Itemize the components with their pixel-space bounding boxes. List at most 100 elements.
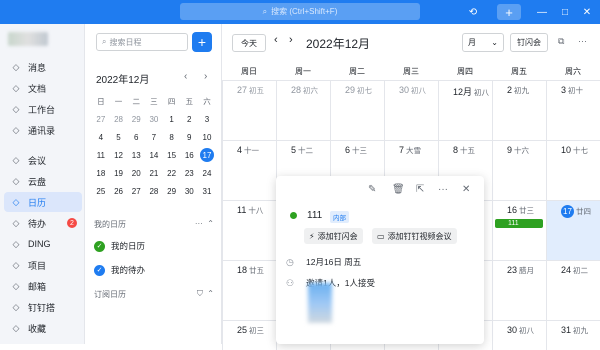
day-cell[interactable]: 29 初七 [330,80,384,140]
mini-day[interactable]: 1 [163,110,181,128]
mini-day[interactable]: 4 [92,128,110,146]
share-icon[interactable]: ⧉ [558,36,564,47]
close-button[interactable]: ✕ [580,4,594,20]
global-search[interactable]: ⌕ 搜索 (Ctrl+Shift+F) [180,3,420,20]
mini-day[interactable]: 31 [198,182,216,200]
mini-day[interactable]: 21 [145,164,163,182]
mini-day[interactable]: 6 [127,128,145,146]
day-cell[interactable]: 10 十七 [546,140,600,200]
mini-day[interactable]: 27 [92,110,110,128]
day-cell[interactable]: 11 十八 [222,200,276,260]
day-cell[interactable]: 4 十一 [222,140,276,200]
nav-item[interactable]: ◇ 云盘 [4,171,82,191]
day-cell[interactable]: 9 十六 [492,140,546,200]
mini-day[interactable]: 25 [92,182,110,200]
create-button[interactable]: + [497,4,521,20]
day-cell[interactable]: 30 初八 [492,320,546,350]
nav-item[interactable]: ◇ 钉钉搭 [4,297,82,317]
day-cell[interactable]: 28 初六 [276,80,330,140]
calendar-item-my-calendar[interactable]: ✓ 我的日历 [94,240,145,252]
mini-day[interactable]: 5 [110,128,128,146]
mini-day[interactable]: 24 [198,164,216,182]
mini-day[interactable]: 8 [163,128,181,146]
open-external-icon[interactable]: ⇱ [416,184,424,195]
mini-day[interactable]: 7 [145,128,163,146]
avatar[interactable] [8,32,48,46]
mini-day[interactable]: 17 [198,146,216,164]
day-cell[interactable]: 31 初九 [546,320,600,350]
next-month-button[interactable]: › [289,34,293,46]
more-icon[interactable]: ··· [578,36,587,46]
nav-item[interactable]: ◇ 邮箱 [4,276,82,296]
nav-item[interactable]: ◇ 会议 [4,150,82,170]
more-icon[interactable]: ··· [195,219,203,228]
delete-icon[interactable]: 🗑 [392,184,405,195]
day-cell[interactable]: 3 初十 [546,80,600,140]
mini-day[interactable]: 14 [145,146,163,164]
more-icon[interactable]: ··· [438,184,448,195]
mini-day[interactable]: 28 [110,110,128,128]
mini-day[interactable]: 27 [127,182,145,200]
nav-item[interactable]: ◇ 工作台 [4,99,82,119]
mini-day[interactable]: 15 [163,146,181,164]
mini-day[interactable]: 2 [180,110,198,128]
mini-next-month-button[interactable]: › [204,71,207,82]
mini-day[interactable]: 3 [198,110,216,128]
day-cell[interactable]: 25 初三 [222,320,276,350]
mini-day[interactable]: 16 [180,146,198,164]
mini-day[interactable]: 22 [163,164,181,182]
mini-day[interactable]: 11 [92,146,110,164]
attendee-avatar[interactable] [308,283,332,323]
edit-icon[interactable]: ✎ [368,184,376,195]
mini-day[interactable]: 30 [145,110,163,128]
history-icon[interactable]: ⟲ [466,4,480,20]
event-bar[interactable]: 111 [495,219,543,228]
mini-day[interactable]: 19 [110,164,128,182]
mini-day[interactable]: 30 [180,182,198,200]
add-schedule-button[interactable]: + [192,32,212,52]
mini-day[interactable]: 28 [145,182,163,200]
collapse-icon[interactable]: ⌃ [207,219,214,228]
flash-meeting-button[interactable]: 钉闪会 [510,33,548,52]
add-flash-meeting-button[interactable]: ⚡ 添加钉闪会 [304,228,363,244]
day-cell[interactable]: 18 廿五 [222,260,276,320]
nav-item[interactable]: ◇ 通讯录 [4,120,82,140]
day-cell[interactable]: 17 廿四 [546,200,600,260]
mini-day[interactable]: 13 [127,146,145,164]
subscribe-icon[interactable]: ⛉ [197,289,203,298]
mini-day[interactable]: 23 [180,164,198,182]
nav-item[interactable]: ◇ 日历 [4,192,82,212]
calendar-item-my-todo[interactable]: ✓ 我的待办 [94,264,145,276]
day-cell[interactable]: 2 初九 [492,80,546,140]
minimize-button[interactable]: — [535,4,549,20]
nav-item[interactable]: ◇ 项目 [4,255,82,275]
nav-item[interactable]: ◇ 文档 [4,78,82,98]
mini-day[interactable]: 18 [92,164,110,182]
day-cell[interactable]: 27 初五 [222,80,276,140]
day-cell[interactable]: 16 廿三 111 [492,200,546,260]
mini-day[interactable]: 29 [127,110,145,128]
view-select[interactable]: 月 ⌄ [462,33,504,52]
nav-item[interactable]: ◇ 收藏 [4,318,82,338]
maximize-button[interactable]: □ [558,4,572,20]
nav-item[interactable]: ◇ 消息 [4,57,82,77]
mini-day[interactable]: 29 [163,182,181,200]
schedule-search-input[interactable]: ⌕ 搜索日程 [96,33,188,51]
mini-day[interactable]: 20 [127,164,145,182]
day-cell[interactable]: 30 初八 [384,80,438,140]
check-icon[interactable]: ✓ [94,264,105,276]
mini-day[interactable]: 10 [198,128,216,146]
nav-item[interactable]: ◇ DING [4,234,82,254]
day-cell[interactable]: 24 初二 [546,260,600,320]
add-video-meeting-button[interactable]: ▭ 添加钉钉视频会议 [372,228,457,244]
collapse-icon[interactable]: ⌃ [207,289,214,298]
mini-day[interactable]: 12 [110,146,128,164]
close-icon[interactable]: ✕ [462,184,470,195]
mini-day[interactable]: 26 [110,182,128,200]
nav-item[interactable]: ◇ 待办 2 [4,213,82,233]
prev-month-button[interactable]: ‹ [274,34,278,46]
day-cell[interactable]: 12月 初八 [438,80,492,140]
today-button[interactable]: 今天 [232,34,266,52]
check-icon[interactable]: ✓ [94,240,105,252]
mini-day[interactable]: 9 [180,128,198,146]
